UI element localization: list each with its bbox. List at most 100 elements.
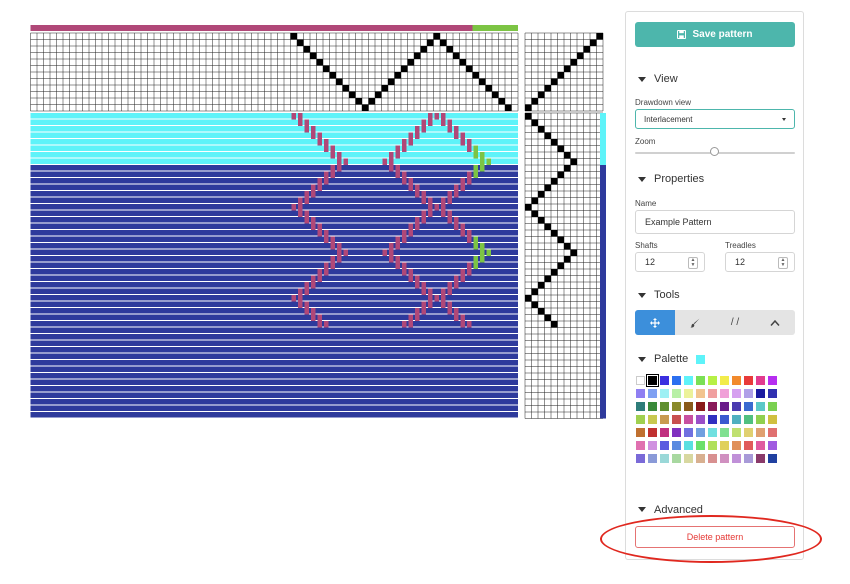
advanced-section-toggle[interactable]: Advanced <box>638 504 703 516</box>
palette-swatch[interactable] <box>708 389 717 398</box>
palette-swatch[interactable] <box>696 441 705 450</box>
palette-swatch[interactable] <box>732 402 741 411</box>
palette-swatch[interactable] <box>768 415 777 424</box>
palette-swatch[interactable] <box>648 454 657 463</box>
palette-swatch[interactable] <box>636 441 645 450</box>
palette-swatch[interactable] <box>708 441 717 450</box>
brush-tool-button[interactable] <box>675 310 715 335</box>
palette-swatch[interactable] <box>720 376 729 385</box>
palette-swatch[interactable] <box>756 415 765 424</box>
palette-swatch[interactable] <box>660 441 669 450</box>
palette-swatch[interactable] <box>684 454 693 463</box>
save-pattern-button[interactable]: Save pattern <box>635 22 795 47</box>
palette-swatch[interactable] <box>646 374 659 387</box>
palette-swatch[interactable] <box>672 428 681 437</box>
zoom-slider-thumb[interactable] <box>710 147 719 156</box>
palette-swatch[interactable] <box>708 402 717 411</box>
palette-swatch[interactable] <box>756 376 765 385</box>
palette-swatch[interactable] <box>648 428 657 437</box>
palette-swatch[interactable] <box>636 389 645 398</box>
properties-section-toggle[interactable]: Properties <box>638 173 704 185</box>
palette-swatch[interactable] <box>708 376 717 385</box>
palette-swatch[interactable] <box>732 389 741 398</box>
palette-swatch[interactable] <box>768 389 777 398</box>
pattern-name-input[interactable]: Example Pattern <box>635 210 795 234</box>
palette-swatch[interactable] <box>732 454 741 463</box>
palette-swatch[interactable] <box>660 428 669 437</box>
view-section-toggle[interactable]: View <box>638 73 678 85</box>
palette-swatch[interactable] <box>696 428 705 437</box>
palette-swatch[interactable] <box>768 376 777 385</box>
stepper-arrows-icon[interactable]: ▲ ▼ <box>688 257 698 269</box>
palette-swatch[interactable] <box>684 441 693 450</box>
palette-swatch[interactable] <box>756 428 765 437</box>
palette-swatch[interactable] <box>744 376 753 385</box>
palette-swatch[interactable] <box>732 428 741 437</box>
palette-swatch[interactable] <box>660 389 669 398</box>
palette-swatch[interactable] <box>744 415 753 424</box>
draft-canvas[interactable] <box>0 0 615 584</box>
palette-swatch[interactable] <box>768 441 777 450</box>
palette-swatch[interactable] <box>660 402 669 411</box>
palette-swatch[interactable] <box>672 441 681 450</box>
point-draw-tool-button[interactable] <box>755 310 795 335</box>
palette-swatch[interactable] <box>660 454 669 463</box>
palette-swatch[interactable] <box>720 415 729 424</box>
palette-swatch[interactable] <box>672 454 681 463</box>
palette-swatch[interactable] <box>684 376 693 385</box>
palette-swatch[interactable] <box>648 389 657 398</box>
palette-swatch[interactable] <box>756 454 765 463</box>
stepper-arrows-icon[interactable]: ▲ ▼ <box>778 257 788 269</box>
palette-swatch[interactable] <box>660 415 669 424</box>
palette-swatch[interactable] <box>696 402 705 411</box>
palette-swatch[interactable] <box>768 454 777 463</box>
palette-swatch[interactable] <box>684 428 693 437</box>
palette-section-toggle[interactable]: Palette <box>638 353 706 365</box>
palette-swatch[interactable] <box>756 402 765 411</box>
palette-swatch[interactable] <box>684 389 693 398</box>
palette-swatch[interactable] <box>672 376 681 385</box>
palette-swatch[interactable] <box>636 454 645 463</box>
palette-swatch[interactable] <box>648 415 657 424</box>
delete-pattern-button[interactable]: Delete pattern <box>635 526 795 548</box>
palette-swatch[interactable] <box>732 415 741 424</box>
palette-swatch[interactable] <box>636 428 645 437</box>
palette-swatch[interactable] <box>720 428 729 437</box>
palette-swatch[interactable] <box>756 441 765 450</box>
tools-section-toggle[interactable]: Tools <box>638 289 680 301</box>
palette-swatch[interactable] <box>636 415 645 424</box>
palette-swatch[interactable] <box>696 415 705 424</box>
palette-swatch[interactable] <box>636 402 645 411</box>
palette-swatch[interactable] <box>660 376 669 385</box>
move-tool-button[interactable] <box>635 310 675 335</box>
palette-swatch[interactable] <box>768 402 777 411</box>
palette-swatch[interactable] <box>732 441 741 450</box>
palette-swatch[interactable] <box>648 402 657 411</box>
palette-swatch[interactable] <box>708 454 717 463</box>
palette-swatch[interactable] <box>696 376 705 385</box>
palette-swatch[interactable] <box>696 389 705 398</box>
palette-swatch[interactable] <box>720 389 729 398</box>
palette-swatch[interactable] <box>684 402 693 411</box>
palette-swatch[interactable] <box>744 402 753 411</box>
palette-swatch[interactable] <box>708 428 717 437</box>
palette-swatch[interactable] <box>744 428 753 437</box>
palette-swatch[interactable] <box>720 454 729 463</box>
palette-swatch[interactable] <box>768 428 777 437</box>
palette-swatch[interactable] <box>696 454 705 463</box>
drawdown-view-select[interactable]: Interlacement <box>635 109 795 129</box>
palette-swatch[interactable] <box>672 415 681 424</box>
palette-swatch[interactable] <box>732 376 741 385</box>
palette-swatch[interactable] <box>636 376 645 385</box>
palette-swatch[interactable] <box>720 441 729 450</box>
palette-swatch[interactable] <box>744 454 753 463</box>
palette-swatch[interactable] <box>756 389 765 398</box>
palette-swatch[interactable] <box>672 402 681 411</box>
palette-swatch[interactable] <box>648 441 657 450</box>
palette-swatch[interactable] <box>708 415 717 424</box>
palette-swatch[interactable] <box>720 402 729 411</box>
palette-swatch[interactable] <box>684 415 693 424</box>
shafts-stepper[interactable]: 12 ▲ ▼ <box>635 252 705 272</box>
palette-swatch[interactable] <box>744 441 753 450</box>
palette-swatch[interactable] <box>672 389 681 398</box>
